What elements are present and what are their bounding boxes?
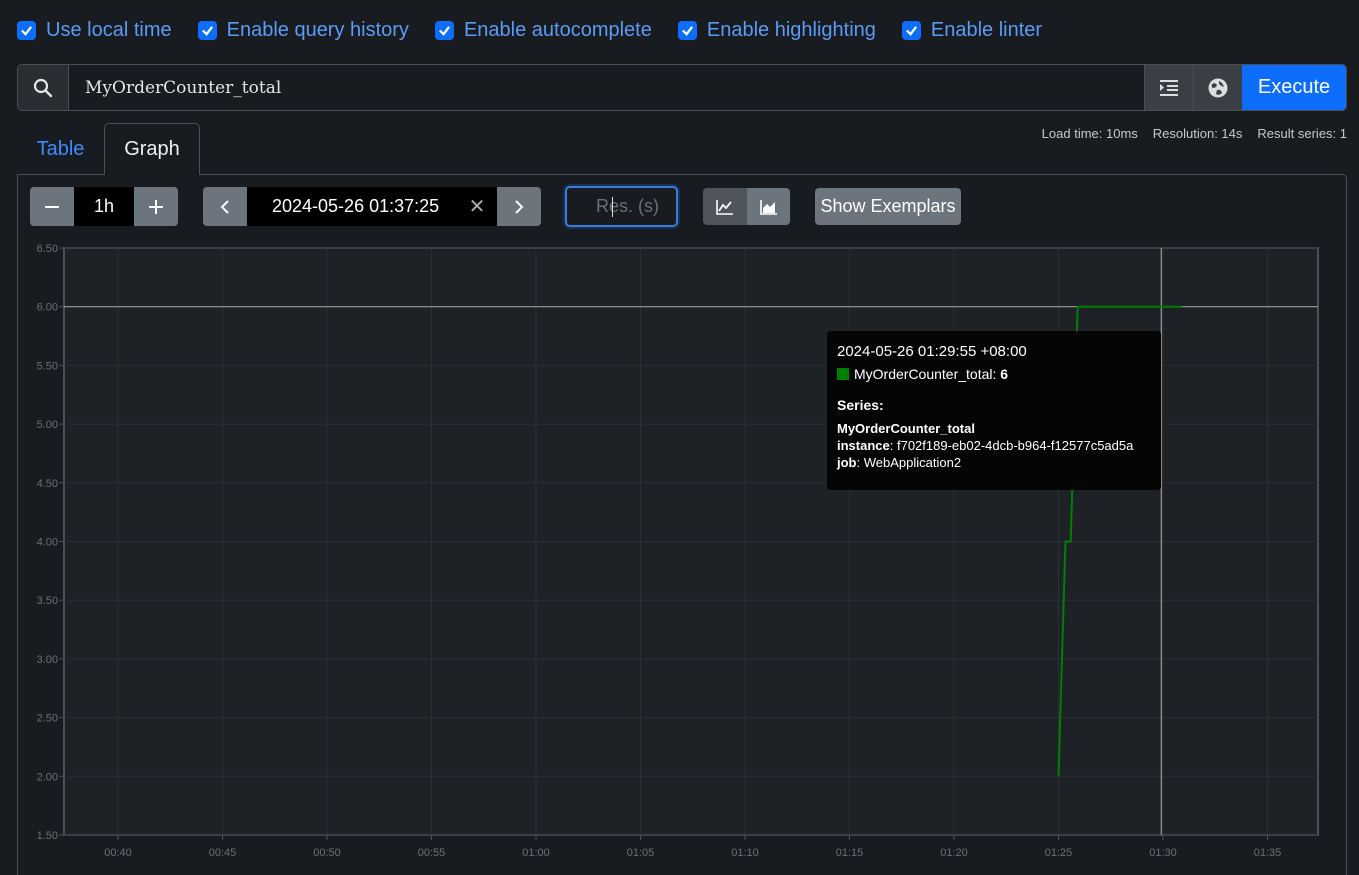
tooltip-series: MyOrderCounter_total: 6 <box>837 366 1151 382</box>
area-chart-icon <box>759 199 777 215</box>
stacked-chart-button[interactable] <box>747 188 790 225</box>
option-enable-autocomplete[interactable]: Enable autocomplete <box>434 18 652 42</box>
range-increase-button[interactable] <box>134 187 178 226</box>
range-input[interactable]: 1h <box>74 187 134 226</box>
minus-icon <box>45 205 59 208</box>
execute-button[interactable]: Execute <box>1242 65 1346 110</box>
query-bar: MyOrderCounter_total Execute <box>17 64 1347 111</box>
chart-tooltip: 2024-05-26 01:29:55 +08:00 MyOrderCounte… <box>827 331 1161 490</box>
resolution-input[interactable]: Res. (s) <box>565 186 678 227</box>
tooltip-job: job: WebApplication2 <box>837 455 962 470</box>
end-time-input[interactable]: 2024-05-26 01:37:25 <box>247 187 497 226</box>
tooltip-series-name: MyOrderCounter_total <box>854 366 993 382</box>
chevron-right-icon <box>515 199 524 214</box>
load-time: Load time: 10ms <box>1041 126 1138 141</box>
time-forward-button[interactable] <box>497 187 541 226</box>
checkbox[interactable] <box>434 20 454 40</box>
option-label: Enable query history <box>226 18 409 41</box>
text-caret <box>612 197 613 217</box>
resolution-placeholder: Res. (s) <box>596 196 659 216</box>
globe-icon <box>1208 78 1228 97</box>
option-enable-highlighting[interactable]: Enable highlighting <box>677 18 876 42</box>
tooltip-metric: MyOrderCounter_total <box>837 421 975 436</box>
tooltip-time: 2024-05-26 01:29:55 +08:00 <box>837 343 1027 360</box>
checkbox[interactable] <box>197 20 217 40</box>
series-color-swatch <box>837 368 849 380</box>
range-decrease-button[interactable] <box>30 187 74 226</box>
plus-icon <box>149 199 163 214</box>
tooltip-value: 6 <box>1000 366 1009 382</box>
tab-graph[interactable]: Graph <box>104 123 200 175</box>
tooltip-instance: instance: f702f189-eb02-4dcb-b964-f12577… <box>837 438 1134 453</box>
search-icon <box>18 65 69 110</box>
option-label: Enable highlighting <box>706 18 876 41</box>
query-input[interactable]: MyOrderCounter_total <box>69 65 1144 110</box>
graph-panel <box>17 174 1347 875</box>
option-label: Enable autocomplete <box>463 18 652 41</box>
show-exemplars-button[interactable]: Show Exemplars <box>815 188 961 225</box>
checkbox[interactable] <box>17 20 36 40</box>
unstacked-chart-button[interactable] <box>703 188 747 225</box>
metrics-explorer-button[interactable] <box>1193 65 1242 110</box>
time-back-button[interactable] <box>203 187 247 226</box>
tab-table[interactable]: Table <box>17 123 104 175</box>
clear-time-button[interactable]: ✕ <box>462 187 492 226</box>
options-row: Use local time Enable query history Enable… <box>17 16 1068 44</box>
resolution: Resolution: 14s <box>1152 126 1243 141</box>
tooltip-series-heading: Series: <box>837 397 884 413</box>
checkbox[interactable] <box>677 20 697 40</box>
result-series: Result series: 1 <box>1257 126 1347 141</box>
line-chart-icon <box>716 199 733 215</box>
format-expression-button[interactable] <box>1144 65 1193 110</box>
indent-icon <box>1160 79 1178 96</box>
option-enable-linter[interactable]: Enable linter <box>901 18 1043 42</box>
checkbox[interactable] <box>901 20 921 40</box>
option-label: Use local time <box>46 18 172 41</box>
chevron-left-icon <box>220 199 229 214</box>
option-enable-query-history[interactable]: Enable query history <box>197 18 409 42</box>
query-stats: Load time: 10ms Resolution: 14s Result s… <box>1027 126 1347 141</box>
option-label: Enable linter <box>930 18 1043 41</box>
option-use-local-time[interactable]: Use local time <box>17 19 172 42</box>
close-icon: ✕ <box>468 196 486 218</box>
